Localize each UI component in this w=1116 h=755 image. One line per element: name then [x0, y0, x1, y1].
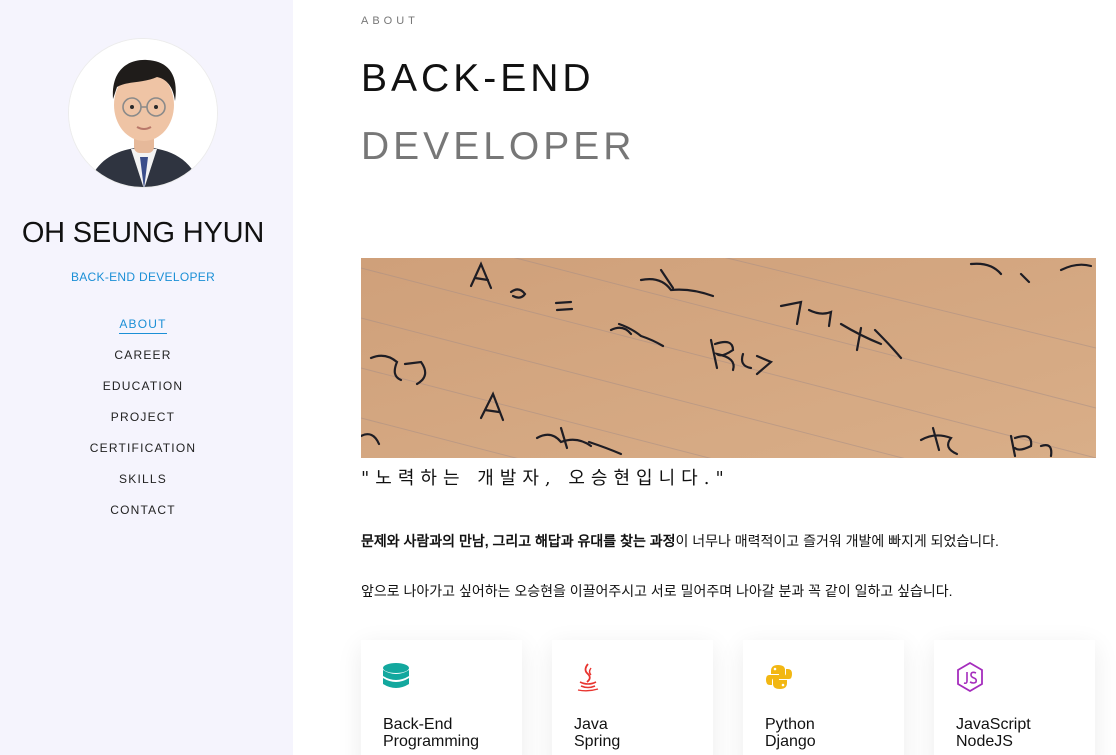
intro-paragraph-1-emphasis: 문제와 사람과의 만남, 그리고 해답과 유대를 찾는 과정 — [361, 533, 676, 549]
about-section: ABOUT BACK-END DEVELOPER "노력하는 개발자, 오승현입… — [361, 0, 1096, 755]
section-eyebrow: ABOUT — [361, 15, 419, 27]
java-icon — [577, 663, 599, 692]
skill-card-subtitle: Spring — [574, 733, 621, 750]
nav-item-skills[interactable]: SKILLS — [119, 472, 167, 488]
skill-card-title: JavaScript — [956, 716, 1031, 733]
skill-card-subtitle: Programming — [383, 733, 480, 750]
database-icon — [383, 663, 409, 688]
nodejs-icon — [957, 662, 983, 692]
skill-card-javascript: JavaScript NodeJS — [934, 640, 1095, 755]
nav-item-certification[interactable]: CERTIFICATION — [90, 441, 197, 457]
nav-item-career[interactable]: CAREER — [114, 348, 171, 364]
intro-paragraph-1: 문제와 사람과의 만남, 그리고 해답과 유대를 찾는 과정이 너무나 매력적이… — [361, 531, 999, 551]
heading-line-1: BACK-END — [361, 57, 595, 100]
nav-item-education[interactable]: EDUCATION — [103, 379, 184, 395]
skill-card-subtitle: Django — [765, 733, 816, 750]
skill-card-java: Java Spring — [552, 640, 713, 755]
skill-card-title: Back-End — [383, 716, 453, 733]
skill-card-subtitle: NodeJS — [956, 733, 1013, 750]
intro-paragraph-1-rest: 이 너무나 매력적이고 즐거워 개발에 빠지게 되었습니다. — [675, 533, 999, 549]
hero-image — [361, 258, 1096, 458]
python-icon — [766, 665, 792, 689]
skill-card-backend: Back-End Programming — [361, 640, 522, 755]
intro-paragraph-2: 앞으로 나아가고 싶어하는 오승현을 이끌어주시고 서로 밀어주며 나아갈 분과… — [361, 583, 953, 599]
sidebar-nav: ABOUT CAREER EDUCATION PROJECT CERTIFICA… — [0, 315, 286, 532]
profile-name: OH SEUNG HYUN — [21, 217, 265, 249]
profile-photo — [69, 39, 217, 187]
skill-card-title: Java — [574, 716, 608, 733]
nav-item-contact[interactable]: CONTACT — [110, 503, 176, 519]
nav-item-project[interactable]: PROJECT — [111, 410, 175, 426]
skill-card-title: Python — [765, 716, 815, 733]
sidebar: OH SEUNG HYUN BACK-END DEVELOPER ABOUT C… — [0, 0, 293, 755]
skill-card-python: Python Django — [743, 640, 904, 755]
profile-role: BACK-END DEVELOPER — [70, 270, 216, 284]
heading-line-2: DEVELOPER — [361, 125, 636, 168]
nav-item-about[interactable]: ABOUT — [119, 317, 167, 334]
intro-quote: "노력하는 개발자, 오승현입니다." — [361, 468, 730, 489]
handwritten-notes-image — [361, 258, 1096, 458]
avatar — [68, 38, 218, 188]
